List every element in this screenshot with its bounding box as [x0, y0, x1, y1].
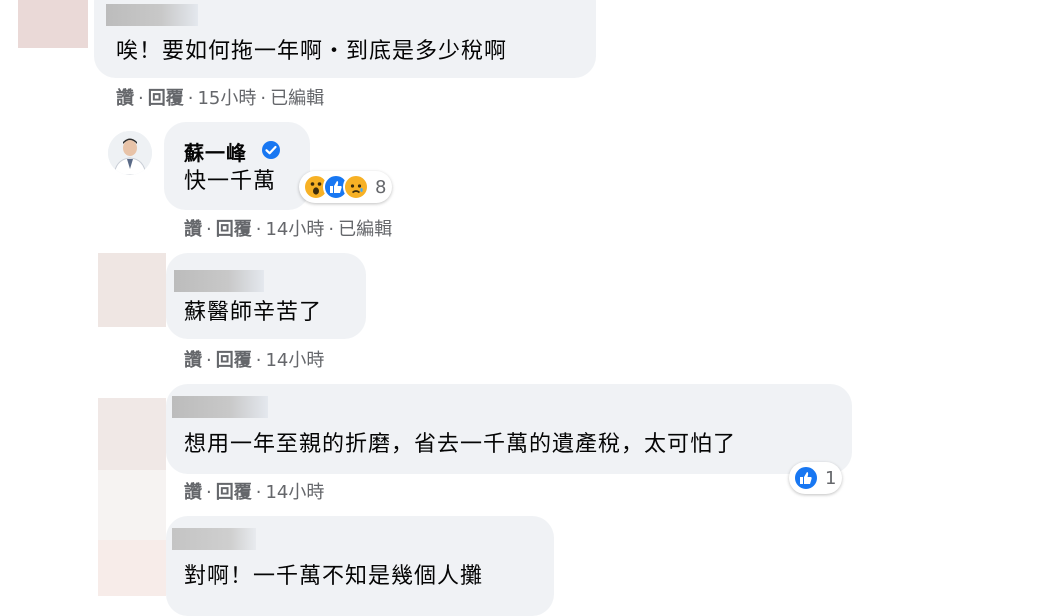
comment-text: 對啊！一千萬不知是幾個人攤: [184, 564, 484, 589]
reaction-summary[interactable]: 8: [299, 171, 393, 203]
avatar[interactable]: [98, 398, 166, 470]
avatar[interactable]: [98, 253, 166, 327]
reply-link[interactable]: 回覆: [216, 219, 252, 241]
edited-label[interactable]: 已編輯: [338, 219, 392, 241]
comment-bubble: [166, 384, 852, 474]
comment-actions: 讚 · 回覆 · 14小時: [184, 482, 325, 504]
commenter-name[interactable]: [172, 396, 268, 418]
reaction-count: 1: [825, 467, 837, 489]
commenter-name[interactable]: [174, 270, 264, 292]
thread-spacer: [98, 470, 166, 540]
verified-badge-icon: [261, 140, 281, 160]
timestamp[interactable]: 14小時: [265, 482, 324, 504]
like-link[interactable]: 讚: [116, 88, 134, 110]
doctor-avatar-icon: [108, 131, 152, 175]
comment-text: 蘇醫師辛苦了: [184, 300, 323, 325]
comment-actions: 讚 · 回覆 · 15小時 · 已編輯: [116, 88, 325, 110]
like-link[interactable]: 讚: [184, 350, 202, 372]
timestamp[interactable]: 14小時: [265, 350, 324, 372]
comment-actions: 讚 · 回覆 · 14小時: [184, 350, 325, 372]
like-link[interactable]: 讚: [184, 482, 202, 504]
comment-actions: 讚 · 回覆 · 14小時 · 已編輯: [184, 219, 393, 241]
commenter-name[interactable]: [106, 4, 198, 26]
edited-label[interactable]: 已編輯: [270, 88, 324, 110]
comment-text: 唉！要如何拖一年啊・到底是多少稅啊: [116, 39, 508, 64]
like-icon: [793, 465, 819, 491]
avatar[interactable]: [98, 540, 166, 596]
author-avatar[interactable]: [108, 131, 152, 175]
reaction-summary[interactable]: 1: [789, 462, 843, 494]
reaction-count: 8: [375, 176, 387, 198]
timestamp[interactable]: 14小時: [265, 219, 324, 241]
reply-link[interactable]: 回覆: [216, 482, 252, 504]
timestamp[interactable]: 15小時: [197, 88, 256, 110]
commenter-name[interactable]: [172, 528, 256, 550]
comment-text: 快一千萬: [184, 169, 277, 194]
author-name[interactable]: 蘇一峰: [184, 141, 247, 165]
sad-icon: [343, 174, 369, 200]
reply-link[interactable]: 回覆: [148, 88, 184, 110]
avatar[interactable]: [18, 0, 88, 48]
like-link[interactable]: 讚: [184, 219, 202, 241]
reply-link[interactable]: 回覆: [216, 350, 252, 372]
comment-text: 想用一年至親的折磨，省去一千萬的遺產稅，太可怕了: [184, 432, 737, 457]
comment-bubble: [164, 122, 310, 210]
